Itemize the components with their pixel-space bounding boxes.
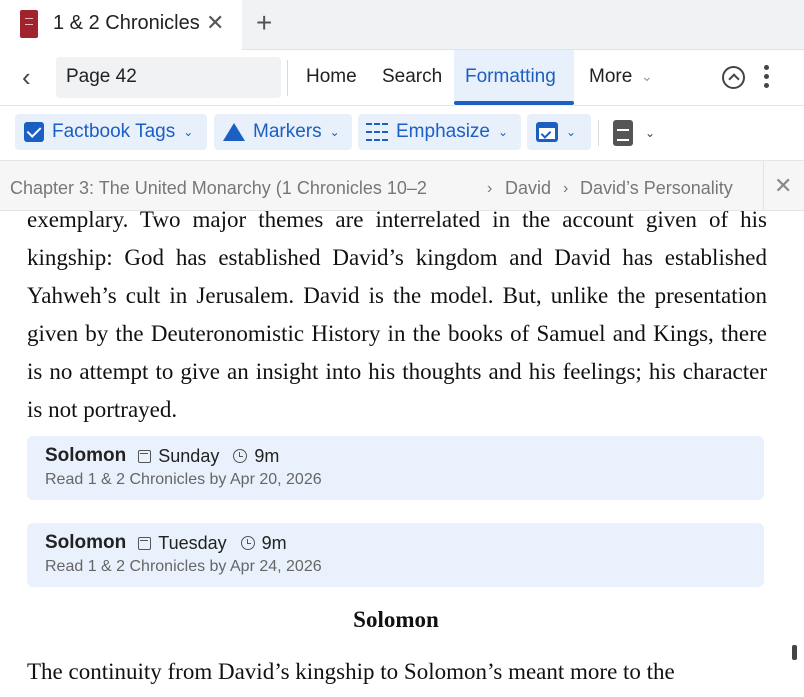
emphasize-button[interactable]: Emphasize ⌄ (358, 114, 521, 150)
reading-plan-card[interactable]: Solomon Sunday 9m Read 1 & 2 Chronicles … (27, 436, 764, 500)
breadcrumb-davids-personality[interactable]: David’s Personality (580, 178, 733, 199)
breadcrumb-david[interactable]: David (505, 178, 551, 199)
card-duration: 9m (261, 532, 287, 553)
breadcrumb-separator-icon: › (487, 180, 493, 197)
tab-strip: 1 & 2 Chronicles ✕ + (0, 0, 804, 50)
card-title: Solomon (45, 532, 127, 553)
calendar-icon (138, 449, 152, 463)
card-header: Solomon Sunday 9m (45, 445, 279, 467)
nav-search[interactable]: Search (382, 66, 442, 88)
document-icon (613, 120, 633, 146)
chevron-down-icon: ⌄ (566, 125, 577, 139)
reading-pane[interactable]: exemplary. Two major themes are interrel… (0, 211, 804, 697)
chevron-down-icon: ⌄ (329, 125, 340, 139)
factbook-tags-button[interactable]: Factbook Tags ⌄ (15, 114, 207, 150)
chevron-down-icon: ⌄ (183, 125, 194, 139)
nav-home[interactable]: Home (306, 66, 357, 88)
chevron-down-icon: ⌄ (645, 126, 656, 140)
markers-button[interactable]: Markers ⌄ (214, 114, 352, 150)
calendar-icon (138, 536, 152, 550)
card-subtitle: Read 1 & 2 Chronicles by Apr 20, 2026 (45, 471, 322, 488)
card-duration: 9m (254, 445, 280, 466)
document-view-button[interactable]: ⌄ (613, 118, 663, 148)
breadcrumb-separator-icon: › (563, 180, 569, 197)
new-tab-icon[interactable]: + (256, 8, 272, 38)
toolbar-divider (598, 120, 599, 146)
tab-1-2-chronicles[interactable]: 1 & 2 Chronicles ✕ (0, 0, 242, 50)
breadcrumb-chapter[interactable]: Chapter 3: The United Monarchy (1 Chroni… (10, 178, 427, 199)
formatting-toolbar: Factbook Tags ⌄ Markers ⌄ Emphasize ⌄ ⌄ … (0, 106, 804, 161)
collapse-up-icon[interactable] (722, 66, 745, 89)
page-input[interactable]: Page 42 (56, 57, 281, 98)
calendar-check-icon (536, 122, 558, 142)
card-header: Solomon Tuesday 9m (45, 532, 287, 554)
factbook-tags-label: Factbook Tags (52, 121, 176, 142)
back-chevron-icon[interactable]: ‹ (22, 64, 31, 90)
emphasize-label: Emphasize (396, 121, 490, 142)
chevron-down-icon: ⌄ (498, 125, 509, 139)
scrollbar-thumb[interactable] (792, 645, 797, 660)
active-tab-indicator (454, 101, 574, 105)
more-options-icon[interactable] (764, 65, 770, 91)
tab-title: 1 & 2 Chronicles (53, 12, 200, 34)
markers-label: Markers (253, 121, 322, 142)
section-heading: Solomon (353, 607, 439, 632)
triangle-icon (223, 123, 245, 141)
reading-plan-button[interactable]: ⌄ (527, 114, 591, 150)
breadcrumb-divider (763, 161, 764, 211)
more-chevron-down-icon[interactable]: ⌄ (641, 68, 653, 85)
nav-divider (287, 60, 288, 96)
clock-icon (233, 449, 248, 463)
body-paragraph: exemplary. Two major themes are interrel… (27, 211, 767, 422)
breadcrumb-close-icon[interactable]: ✕ (774, 173, 792, 199)
card-day: Tuesday (158, 532, 227, 553)
nav-formatting[interactable]: Formatting (465, 66, 556, 88)
book-icon (20, 10, 38, 38)
tab-close-icon[interactable]: ✕ (206, 10, 224, 36)
body-paragraph: The continuity from David’s kingship to … (27, 659, 675, 684)
breadcrumb: Chapter 3: The United Monarchy (1 Chroni… (0, 161, 804, 211)
reading-plan-card[interactable]: Solomon Tuesday 9m Read 1 & 2 Chronicles… (27, 523, 764, 587)
checkbox-icon (24, 122, 44, 142)
clock-icon (240, 536, 255, 550)
emphasize-icon (366, 123, 388, 141)
card-subtitle: Read 1 & 2 Chronicles by Apr 24, 2026 (45, 558, 322, 575)
navigation-bar: ‹ Page 42 Home Search Formatting More ⌄ (0, 50, 804, 106)
card-day: Sunday (158, 445, 220, 466)
card-title: Solomon (45, 445, 127, 466)
nav-more[interactable]: More (589, 66, 632, 88)
